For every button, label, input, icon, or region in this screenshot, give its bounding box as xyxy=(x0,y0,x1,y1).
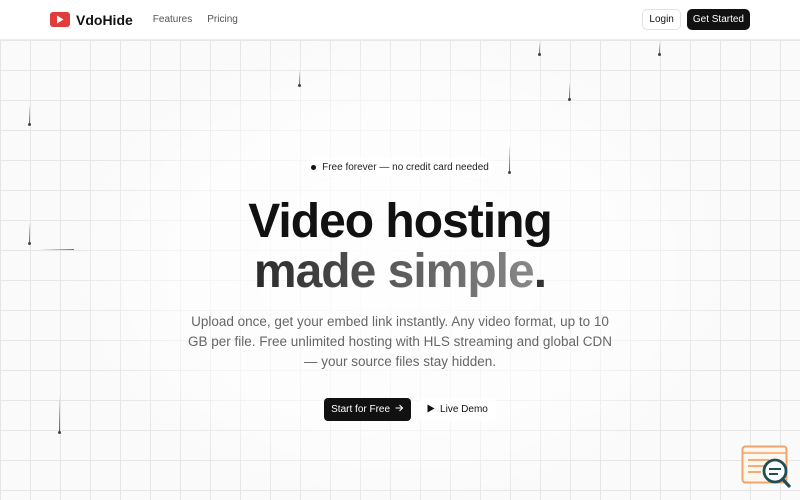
chat-search-icon xyxy=(741,445,791,488)
live-demo-button[interactable]: Live Demo xyxy=(419,398,496,421)
grid-streak xyxy=(568,82,571,101)
nav-link-features[interactable]: Features xyxy=(153,14,192,25)
badge-text: Free forever — no credit card needed xyxy=(322,161,489,173)
play-logo-icon xyxy=(50,12,70,27)
free-forever-badge: Free forever — no credit card needed xyxy=(305,157,495,177)
hero-cta-group: Start for Free Live Demo xyxy=(0,398,800,421)
top-navbar: VdoHide Features Pricing Login Get Start… xyxy=(0,0,800,40)
chat-search-widget[interactable] xyxy=(741,445,791,489)
grid-streak xyxy=(28,105,31,126)
arrow-right-icon xyxy=(395,404,404,415)
grid-streak xyxy=(658,42,661,56)
hero-description: Upload once, get your embed link instant… xyxy=(188,314,612,369)
grid-streak xyxy=(508,145,511,174)
brand-logo[interactable]: VdoHide xyxy=(50,12,133,28)
hero-title-highlight: made simple xyxy=(253,245,535,298)
get-started-button[interactable]: Get Started xyxy=(686,9,750,30)
brand-name: VdoHide xyxy=(76,11,133,28)
play-icon xyxy=(427,404,435,416)
start-button-label: Start for Free xyxy=(331,404,391,415)
hero-title-line1: Video hosting xyxy=(248,195,552,248)
demo-button-label: Live Demo xyxy=(440,404,488,415)
hero-title-period: . xyxy=(533,245,547,298)
main-nav: Features Pricing xyxy=(153,14,238,25)
start-for-free-button[interactable]: Start for Free xyxy=(324,398,412,421)
grid-streak xyxy=(298,70,301,87)
header-actions: Login Get Started xyxy=(642,9,750,30)
hero-title-line2: made simple. xyxy=(0,246,800,298)
nav-link-pricing[interactable]: Pricing xyxy=(207,14,238,25)
grid-streak xyxy=(538,42,541,56)
dot-icon xyxy=(311,164,317,170)
login-button[interactable]: Login xyxy=(642,9,681,30)
